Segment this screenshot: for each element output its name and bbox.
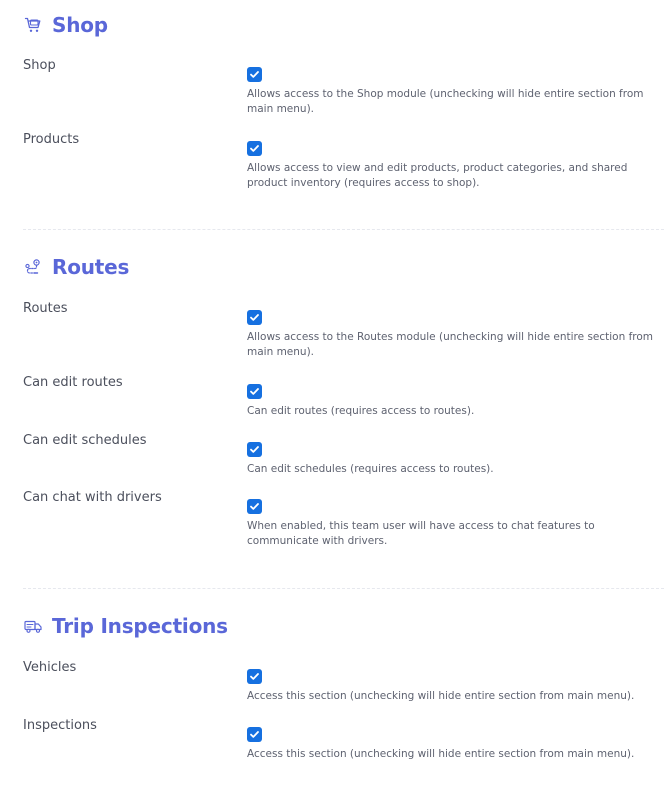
permission-checkbox[interactable] [247, 67, 262, 82]
permission-checkbox[interactable] [247, 669, 262, 684]
section-header-routes: Routes [23, 255, 129, 279]
permission-label: Vehicles [23, 660, 77, 675]
permission-label: Can chat with drivers [23, 490, 162, 505]
permission-checkbox[interactable] [247, 727, 262, 742]
shop-cart-icon [23, 15, 43, 35]
section-divider [23, 229, 664, 230]
permission-label: Products [23, 132, 80, 147]
permission-description: Allows access to the Shop module (unchec… [247, 88, 644, 115]
section-title: Shop [52, 13, 108, 37]
section-header-shop: Shop [23, 13, 108, 37]
routes-icon [23, 257, 43, 277]
permission-checkbox[interactable] [247, 442, 262, 457]
permission-description: When enabled, this team user will have a… [247, 520, 595, 547]
section-title: Routes [52, 255, 130, 279]
section-divider [23, 588, 664, 589]
permission-checkbox[interactable] [247, 499, 262, 514]
permission-label: Shop [23, 58, 56, 73]
permission-description: Access this section (unchecking will hid… [247, 748, 635, 760]
permission-label: Can edit routes [23, 375, 123, 390]
permission-description: Allows access to view and edit products,… [247, 162, 628, 189]
section-title: Trip Inspections [52, 614, 228, 638]
permission-description: Can edit schedules (requires access to r… [247, 463, 494, 475]
permission-checkbox[interactable] [247, 141, 262, 156]
permission-description: Access this section (unchecking will hid… [247, 690, 635, 702]
permission-label: Inspections [23, 718, 97, 733]
permission-label: Routes [23, 301, 68, 316]
truck-icon [23, 616, 43, 636]
permission-description: Allows access to the Routes module (unch… [247, 331, 654, 358]
permission-checkbox[interactable] [247, 384, 262, 399]
permission-description: Can edit routes (requires access to rout… [247, 405, 475, 417]
section-header-trip-inspections: Trip Inspections [23, 614, 228, 638]
permission-label: Can edit schedules [23, 433, 147, 448]
permission-checkbox[interactable] [247, 310, 262, 325]
